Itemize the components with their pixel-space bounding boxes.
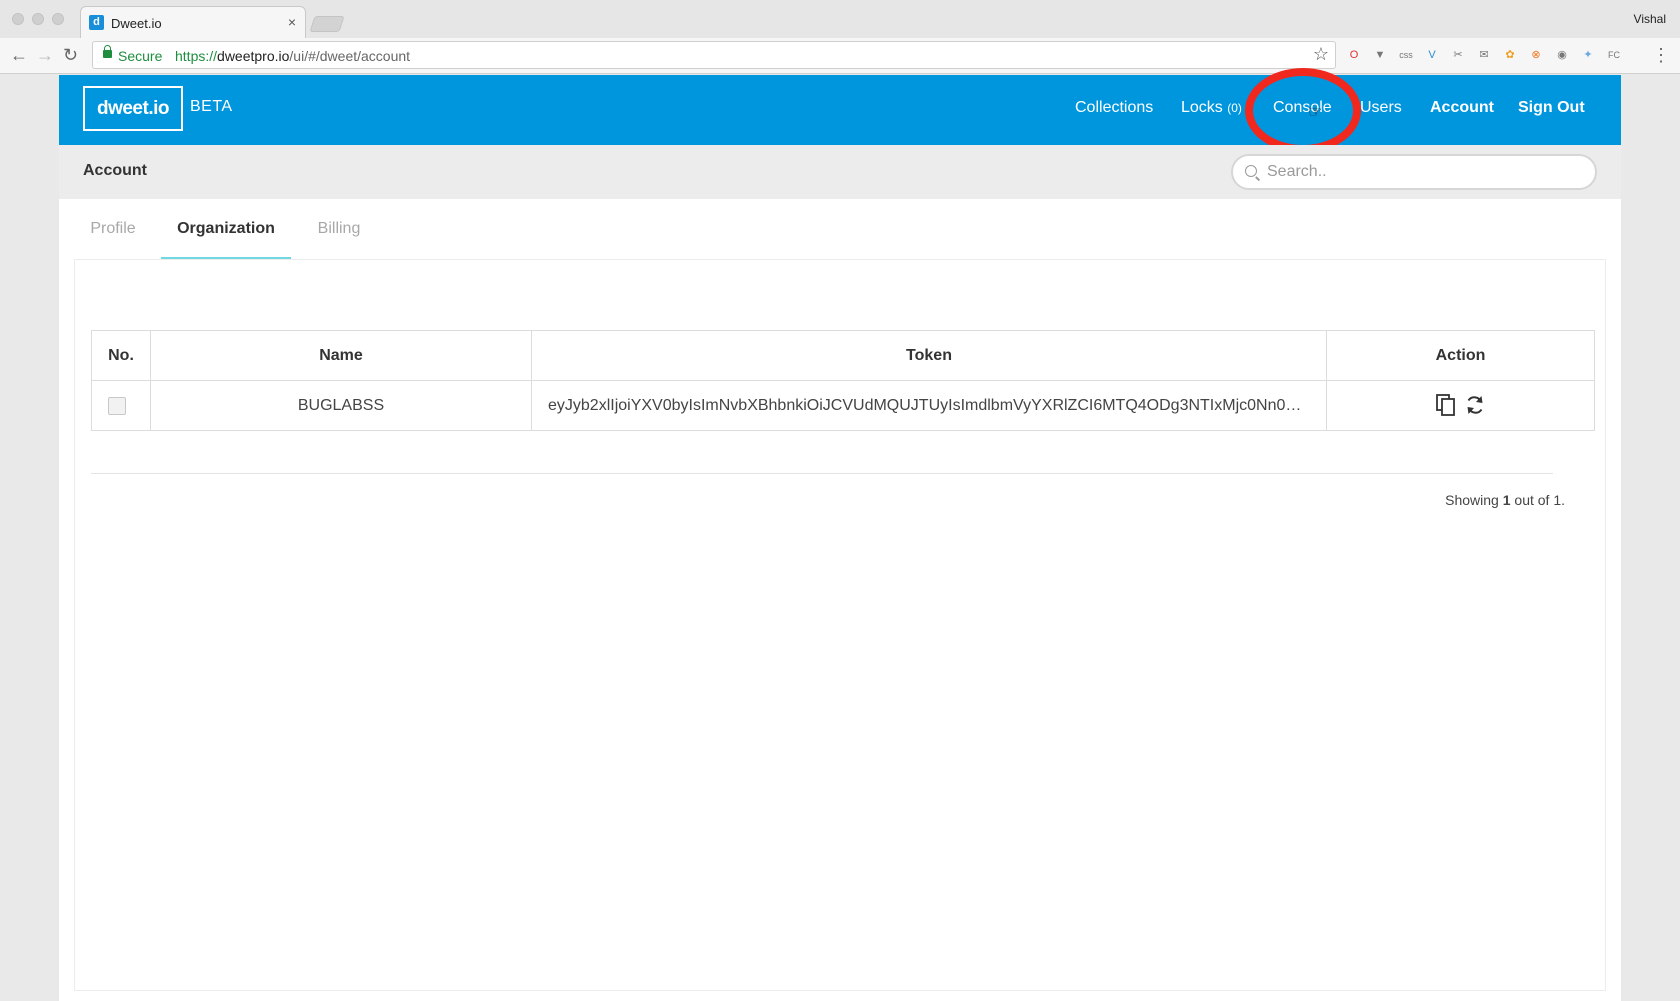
opera-icon[interactable]: O — [1346, 47, 1362, 63]
app-header: dweet.io BETA Collections Locks (0) Cons… — [59, 68, 1621, 153]
fc-icon[interactable]: FC — [1606, 47, 1622, 63]
refresh-icon[interactable] — [1463, 393, 1487, 417]
beta-badge: BETA — [190, 98, 233, 115]
forward-arrow-icon[interactable]: → — [36, 45, 54, 65]
column-header-token: Token — [532, 331, 1327, 380]
tab-title: Dweet.io — [111, 16, 162, 31]
color-wheel-icon[interactable]: ✿ — [1502, 47, 1518, 63]
url-text[interactable]: https://dweetpro.io/ui/#/dweet/account — [175, 48, 410, 64]
copy-icon[interactable] — [1434, 393, 1458, 417]
ghostery-icon[interactable]: ◉ — [1554, 47, 1570, 63]
back-arrow-icon[interactable]: ← — [10, 45, 28, 65]
org-token-cell: eyJyb2xlIjoiYXV0byIsImNvbXBhbnkiOiJCVUdM… — [532, 381, 1327, 431]
scissors-icon[interactable]: ✂ — [1450, 47, 1466, 63]
column-header-action: Action — [1435, 347, 1486, 364]
pagination-summary: Showing 1 out of 1. — [1445, 492, 1565, 508]
organization-table: No. Name Token Action BUGLABSS eyJyb2xlI… — [91, 330, 1595, 431]
table-footer-divider — [91, 473, 1553, 474]
nav-account[interactable]: Account — [1430, 99, 1494, 117]
bookmark-star-icon[interactable]: ☆ — [1313, 44, 1329, 65]
tab-close-icon[interactable]: × — [288, 14, 296, 30]
browser-menu-icon[interactable]: ⋮ — [1652, 45, 1670, 65]
close-circle-icon[interactable]: ⊗ — [1528, 47, 1544, 63]
search-input[interactable] — [1267, 162, 1587, 182]
mail-icon[interactable]: ✉ — [1476, 47, 1492, 63]
browser-toolbar: ← → ↻ Secure https://dweetpro.io/ui/#/dw… — [0, 38, 1680, 74]
v-icon[interactable]: V — [1424, 47, 1440, 63]
lock-icon — [103, 45, 112, 58]
tab-profile[interactable]: Profile — [75, 199, 151, 259]
close-window-button[interactable] — [12, 13, 24, 25]
browser-titlebar: d Dweet.io × Vishal — [0, 0, 1680, 38]
maximize-window-button[interactable] — [52, 13, 64, 25]
dweet-favicon-icon: d — [89, 15, 104, 30]
account-tabs: Profile Organization Billing — [75, 199, 475, 259]
tab-billing[interactable]: Billing — [301, 199, 377, 259]
new-tab-button[interactable] — [309, 16, 345, 32]
minimize-window-button[interactable] — [32, 13, 44, 25]
hand-cursor-icon: ☞ — [1308, 104, 1323, 121]
row-select-cell — [92, 381, 151, 431]
table-row: BUGLABSS eyJyb2xlIjoiYXV0byIsImNvbXBhbnk… — [92, 380, 1594, 431]
org-name-cell: BUGLABSS — [151, 381, 532, 431]
page-title: Account — [83, 162, 147, 179]
browser-tab[interactable]: d Dweet.io × — [80, 6, 306, 38]
app-container: dweet.io BETA Collections Locks (0) Cons… — [59, 68, 1621, 1001]
column-header-no: No. — [92, 331, 151, 380]
dweet-logo[interactable]: dweet.io — [83, 86, 183, 131]
nav-locks-label: Locks — [1181, 99, 1223, 116]
locks-count: (0) — [1227, 101, 1242, 115]
page-subheader: Account — [59, 145, 1621, 199]
organization-panel: No. Name Token Action BUGLABSS eyJyb2xlI… — [74, 259, 1606, 991]
search-field[interactable] — [1231, 154, 1597, 190]
nav-users[interactable]: Users — [1360, 99, 1402, 117]
nav-collections[interactable]: Collections — [1075, 99, 1153, 117]
tab-organization[interactable]: Organization — [161, 199, 291, 259]
profile-name[interactable]: Vishal — [1634, 12, 1666, 26]
nav-locks[interactable]: Locks (0) — [1181, 99, 1242, 117]
row-checkbox[interactable] — [108, 397, 126, 415]
nav-console[interactable]: Console — [1273, 99, 1332, 117]
css-icon[interactable]: css — [1398, 47, 1414, 63]
nav-sign-out[interactable]: Sign Out — [1518, 99, 1585, 117]
address-bar[interactable]: Secure https://dweetpro.io/ui/#/dweet/ac… — [92, 41, 1336, 69]
feather-icon[interactable]: ✦ — [1580, 47, 1596, 63]
reload-icon[interactable]: ↻ — [63, 45, 78, 65]
row-actions-cell — [1327, 381, 1594, 431]
column-header-name: Name — [151, 331, 532, 380]
pocket-icon[interactable]: ▼ — [1372, 47, 1388, 63]
search-icon — [1245, 165, 1257, 177]
secure-label: Secure — [118, 48, 163, 64]
